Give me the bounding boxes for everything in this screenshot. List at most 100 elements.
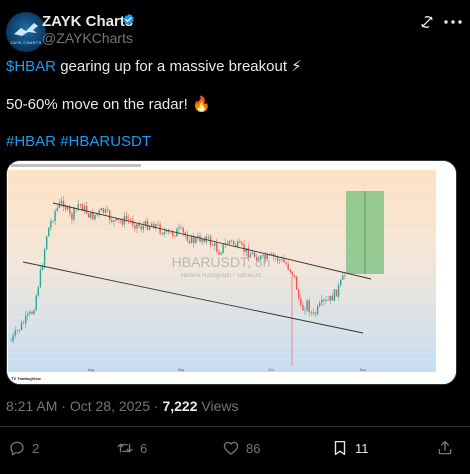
author-name[interactable]: ZAYK Charts xyxy=(42,13,133,30)
time-axis-label: Aug xyxy=(88,368,94,372)
post-hashtags: #HBAR #HBARUSDT xyxy=(6,133,151,150)
candle-body xyxy=(102,208,105,213)
candle-body xyxy=(100,208,102,211)
candle-body xyxy=(130,219,132,221)
candle-body xyxy=(54,210,56,222)
candle-body xyxy=(245,247,247,252)
divider xyxy=(0,426,470,427)
hashtag-link[interactable]: #HBAR xyxy=(6,133,56,150)
candle-body xyxy=(46,236,48,250)
candle-body xyxy=(172,232,174,236)
candle-body xyxy=(270,253,273,255)
share-button[interactable] xyxy=(436,438,460,458)
candle-body xyxy=(39,269,42,288)
author-handle[interactable]: @ZAYKCharts xyxy=(42,30,133,46)
candle-body xyxy=(199,235,201,242)
candle-body xyxy=(329,295,331,301)
candle-body xyxy=(20,322,23,330)
candle-body xyxy=(178,227,180,229)
candle-body xyxy=(151,223,153,226)
candle-body xyxy=(138,224,140,227)
candle-body xyxy=(67,206,69,210)
candle-body xyxy=(73,208,75,220)
tweet-post: ZAYK CHARTS ZAYK Charts @ZAYKCharts $HBA… xyxy=(0,0,470,474)
chart-footer xyxy=(8,372,456,384)
candle-body xyxy=(239,241,241,243)
candle-body xyxy=(195,237,197,244)
candle-body xyxy=(226,243,228,244)
candle-body xyxy=(132,220,134,226)
candle-body xyxy=(10,340,12,342)
time-axis-label: Sep xyxy=(178,368,184,372)
candle-body xyxy=(211,244,214,246)
candle-body xyxy=(283,259,285,263)
candle-body xyxy=(43,249,46,266)
candle-body xyxy=(230,240,233,242)
post-date[interactable]: Oct 28, 2025 xyxy=(70,398,150,414)
post-time[interactable]: 8:21 AM xyxy=(6,398,57,414)
views-count: 7,222 xyxy=(162,398,198,414)
grok-icon[interactable] xyxy=(419,14,435,30)
candle-body xyxy=(180,227,182,228)
avatar[interactable]: ZAYK CHARTS xyxy=(6,12,46,52)
candle-body xyxy=(237,241,239,247)
candle-body xyxy=(25,315,27,324)
chart-price-axis xyxy=(436,170,456,372)
tradingview-logo: TV TradingView xyxy=(11,376,42,381)
candle-body xyxy=(306,300,308,311)
candle-body xyxy=(134,225,136,229)
post-meta: 8:21 AM · Oct 28, 2025 · 7,222 Views xyxy=(6,398,238,414)
candle-body xyxy=(216,243,218,252)
reply-icon xyxy=(10,441,24,456)
candle-body xyxy=(281,259,283,260)
cashtag-link[interactable]: $HBAR xyxy=(6,58,56,75)
candle-body xyxy=(37,287,39,296)
repost-button[interactable]: 6 xyxy=(116,438,147,458)
candle-body xyxy=(201,238,203,242)
candle-body xyxy=(22,322,25,324)
candle-body xyxy=(325,299,327,302)
hashtag-link[interactable]: #HBARUSDT xyxy=(60,133,151,150)
candle-body xyxy=(136,224,138,229)
reply-count: 2 xyxy=(32,440,40,456)
candle-body xyxy=(302,305,304,311)
verified-badge-icon xyxy=(123,13,134,26)
candle-body xyxy=(104,209,107,213)
post-text-segment: gearing up for a massive breakout ⚡ xyxy=(56,58,302,75)
candle-body xyxy=(79,204,81,205)
candle-body xyxy=(98,210,100,214)
candle-body xyxy=(109,210,111,221)
candle-body xyxy=(27,313,29,316)
chart-watermark-symbol: HBARUSDT, 8h xyxy=(172,254,271,270)
candle-body xyxy=(188,240,191,243)
more-icon[interactable] xyxy=(444,20,462,24)
avatar-logo-icon xyxy=(14,23,38,36)
candle-body xyxy=(48,227,50,237)
candle-body xyxy=(293,274,296,277)
candle-body xyxy=(94,214,96,220)
bookmark-button[interactable]: 11 xyxy=(331,438,369,458)
candle-body xyxy=(16,330,18,332)
chart-image[interactable]: HBARUSDT, 8h Hedera Hashgraph / TetherUS… xyxy=(6,160,457,385)
bookmark-icon xyxy=(334,440,346,456)
candle-body xyxy=(190,235,193,243)
candle-body xyxy=(331,295,333,301)
candle-body xyxy=(323,299,325,302)
like-button[interactable]: 86 xyxy=(222,438,260,458)
candle-body xyxy=(77,204,79,209)
candle-body xyxy=(289,269,291,272)
like-count: 86 xyxy=(246,440,261,456)
post-text-line-2: 50-60% move on the radar! 🔥 xyxy=(6,96,211,113)
candle-body xyxy=(71,213,73,220)
candle-body xyxy=(92,212,94,220)
time-axis-label: Nov xyxy=(360,368,366,372)
candle-body xyxy=(337,285,340,297)
candle-body xyxy=(295,276,298,290)
candle-body xyxy=(56,207,58,211)
chart-toolbar-legend xyxy=(11,164,141,167)
candle-body xyxy=(333,289,336,301)
candle-body xyxy=(335,289,338,297)
candle-body xyxy=(58,202,60,208)
reply-button[interactable]: 2 xyxy=(8,438,39,458)
candle-body xyxy=(277,257,279,261)
